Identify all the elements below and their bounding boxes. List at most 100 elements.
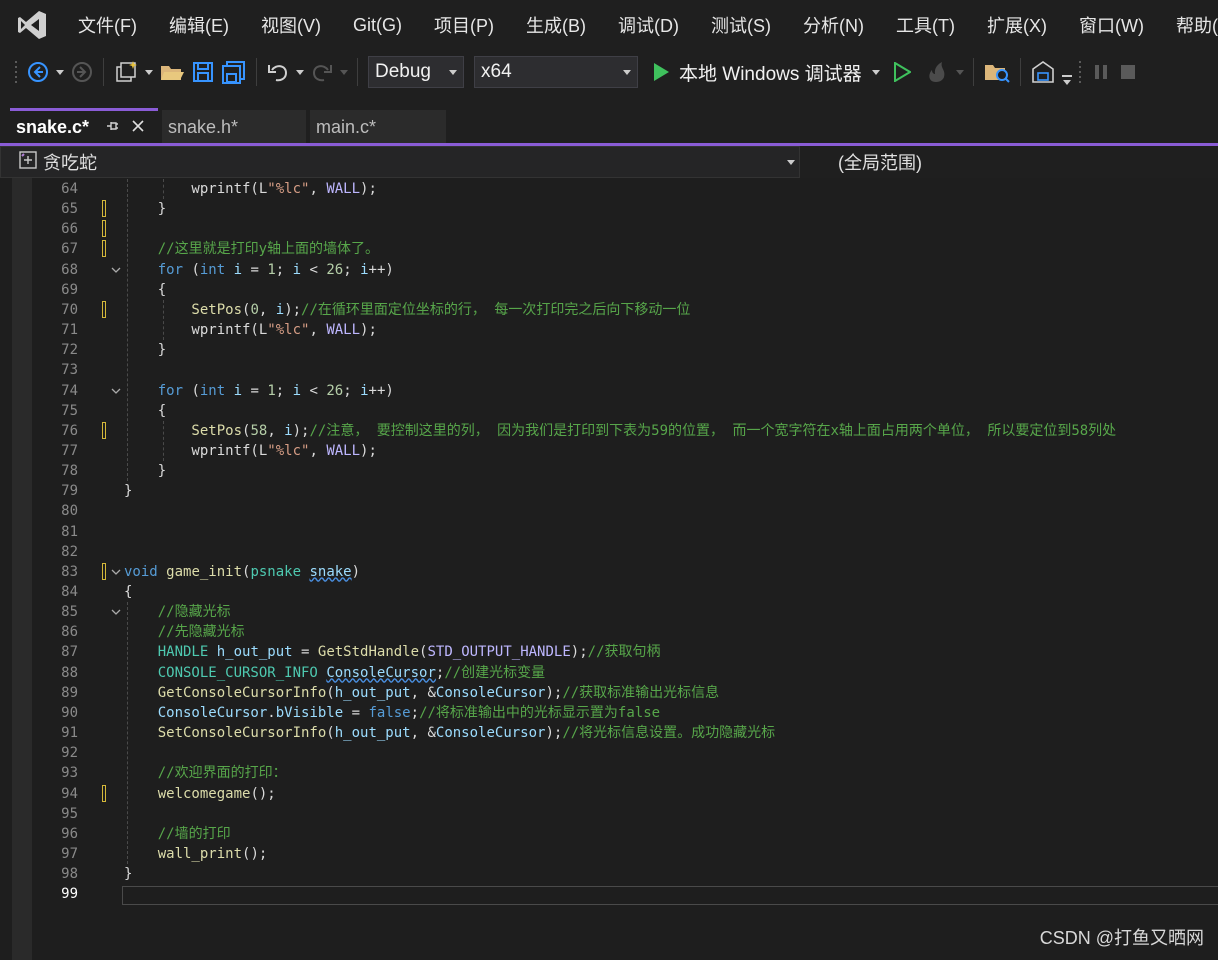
- code-token: ConsoleCursor: [435, 684, 546, 701]
- code-line[interactable]: 83 void game_init(psnake snake): [0, 562, 1218, 582]
- stop-button[interactable]: [1118, 57, 1136, 87]
- code-line[interactable]: 85 //隐藏光标: [0, 602, 1218, 622]
- code-text: for (int i = 1; i < 26; i++): [124, 260, 394, 280]
- code-line[interactable]: 72 }: [0, 340, 1218, 360]
- menu-item[interactable]: 工具(T): [880, 12, 971, 38]
- code-line[interactable]: 76 SetPos(58, i);//注意， 要控制这里的列， 因为我们是打印到…: [0, 421, 1218, 441]
- line-number: 77: [61, 442, 78, 459]
- code-line[interactable]: 92: [0, 743, 1218, 763]
- code-token: ;: [343, 382, 361, 399]
- toolbar-overflow-button[interactable]: [1061, 59, 1072, 85]
- chevron-down-icon[interactable]: [56, 69, 64, 75]
- code-line[interactable]: 99: [0, 884, 1218, 904]
- code-line[interactable]: 69 {: [0, 280, 1218, 300]
- scope-label: (全局范围): [838, 153, 922, 173]
- project-dropdown[interactable]: 贪吃蛇: [0, 146, 800, 178]
- visual-studio-logo-icon[interactable]: [16, 8, 48, 42]
- undo-button[interactable]: [266, 57, 304, 87]
- code-line[interactable]: 98}: [0, 864, 1218, 884]
- menu-item[interactable]: 分析(N): [787, 12, 880, 38]
- code-line[interactable]: 77 wprintf(L"%lc", WALL);: [0, 441, 1218, 461]
- code-line[interactable]: 64 wprintf(L"%lc", WALL);: [0, 179, 1218, 199]
- menu-item[interactable]: 编辑(E): [153, 12, 245, 38]
- save-all-button[interactable]: [221, 57, 247, 87]
- code-line[interactable]: 78 }: [0, 461, 1218, 481]
- chevron-down-icon[interactable]: [145, 69, 153, 75]
- code-line[interactable]: 95: [0, 804, 1218, 824]
- code-line[interactable]: 91 SetConsoleCursorInfo(h_out_put, &Cons…: [0, 723, 1218, 743]
- code-line[interactable]: 89 GetConsoleCursorInfo(h_out_put, &Cons…: [0, 683, 1218, 703]
- toolbar-separator: [357, 58, 358, 86]
- menu-item[interactable]: 文件(F): [62, 12, 153, 38]
- redo-button[interactable]: [310, 57, 348, 87]
- menu-item[interactable]: Git(G): [337, 15, 418, 36]
- code-token: WALL: [326, 181, 361, 197]
- code-line[interactable]: 65 }: [0, 199, 1218, 219]
- menu-item[interactable]: 生成(B): [510, 12, 602, 38]
- start-debugging-button[interactable]: 本地 Windows 调试器: [652, 57, 880, 87]
- code-line[interactable]: 66: [0, 219, 1218, 239]
- tab-snake-c[interactable]: snake.c*: [10, 108, 158, 144]
- tab-snake-h[interactable]: snake.h*: [162, 110, 306, 144]
- pause-button[interactable]: [1090, 57, 1112, 87]
- code-token: (: [326, 725, 335, 742]
- navigate-forward-button[interactable]: [70, 57, 94, 87]
- solution-platform-dropdown[interactable]: x64: [474, 56, 638, 88]
- menu-item[interactable]: 扩展(X): [971, 12, 1063, 38]
- code-token: ,: [258, 301, 276, 318]
- start-without-debugging-button[interactable]: [893, 57, 911, 87]
- code-line[interactable]: 74 for (int i = 1; i < 26; i++): [0, 381, 1218, 401]
- code-line[interactable]: 86 //先隐藏光标: [0, 622, 1218, 642]
- close-icon[interactable]: [131, 117, 145, 138]
- menu-item[interactable]: 项目(P): [418, 12, 510, 38]
- tab-label: snake.c*: [16, 117, 90, 137]
- code-line[interactable]: 94 welcomegame();: [0, 784, 1218, 804]
- code-token: ();: [242, 845, 268, 862]
- menu-item[interactable]: 调试(D): [602, 12, 695, 38]
- navigate-back-button[interactable]: [26, 57, 64, 87]
- window-layout-button[interactable]: [1030, 57, 1056, 87]
- solution-configuration-dropdown[interactable]: Debug: [368, 56, 464, 88]
- hot-reload-button[interactable]: [924, 57, 964, 87]
- code-line[interactable]: 80: [0, 501, 1218, 521]
- code-line[interactable]: 84 {: [0, 582, 1218, 602]
- pin-icon[interactable]: [105, 117, 119, 138]
- code-line[interactable]: 75 {: [0, 401, 1218, 421]
- scope-dropdown[interactable]: (全局范围): [800, 146, 1218, 178]
- new-project-button[interactable]: [113, 57, 153, 87]
- tab-main-c[interactable]: main.c*: [310, 110, 446, 144]
- chevron-down-icon[interactable]: [340, 69, 348, 75]
- code-line[interactable]: 82: [0, 542, 1218, 562]
- code-text: SetPos(58, i);//注意， 要控制这里的列， 因为我们是打印到下表为…: [124, 421, 1116, 441]
- chevron-down-icon[interactable]: [296, 69, 304, 75]
- menu-item[interactable]: 视图(V): [245, 12, 337, 38]
- code-token: //将标准输出中的光标显示置为false: [419, 704, 661, 721]
- code-line[interactable]: 81: [0, 522, 1218, 542]
- chevron-down-icon: [787, 160, 795, 165]
- code-line[interactable]: 90 ConsoleCursor.bVisible = false;//将标准输…: [0, 703, 1218, 723]
- line-number: 65: [61, 201, 78, 218]
- code-line[interactable]: 73: [0, 360, 1218, 380]
- code-line[interactable]: 79}: [0, 481, 1218, 501]
- save-button[interactable]: [191, 57, 215, 87]
- code-line[interactable]: 93 //欢迎界面的打印：: [0, 763, 1218, 783]
- code-line[interactable]: 68 for (int i = 1; i < 26; i++): [0, 260, 1218, 280]
- chevron-down-icon[interactable]: [871, 69, 880, 75]
- menu-item[interactable]: 帮助(H): [1160, 12, 1218, 38]
- chevron-down-icon[interactable]: [955, 69, 964, 75]
- unsaved-change-marker: [102, 200, 106, 218]
- code-line[interactable]: 67 //这里就是打印y轴上面的墙体了。: [0, 239, 1218, 259]
- code-token: {: [124, 402, 167, 419]
- menu-item[interactable]: 窗口(W): [1063, 12, 1160, 38]
- code-line[interactable]: 70 SetPos(0, i);//在循环里面定位坐标的行， 每一次打印完之后向…: [0, 300, 1218, 320]
- code-line[interactable]: 96 //墙的打印: [0, 824, 1218, 844]
- open-file-button[interactable]: [159, 57, 185, 87]
- code-line[interactable]: 97 wall_print();: [0, 844, 1218, 864]
- find-in-files-button[interactable]: [983, 57, 1011, 87]
- code-line[interactable]: 71 wprintf(L"%lc", WALL);: [0, 320, 1218, 340]
- menu-item[interactable]: 测试(S): [695, 12, 787, 38]
- code-line[interactable]: 87 HANDLE h_out_put = GetStdHandle(STD_O…: [0, 642, 1218, 662]
- code-line[interactable]: 88 CONSOLE_CURSOR_INFO ConsoleCursor;//创…: [0, 663, 1218, 683]
- code-editor[interactable]: 64 wprintf(L"%lc", WALL); 65 } 66 67 //这里就是…: [0, 178, 1218, 960]
